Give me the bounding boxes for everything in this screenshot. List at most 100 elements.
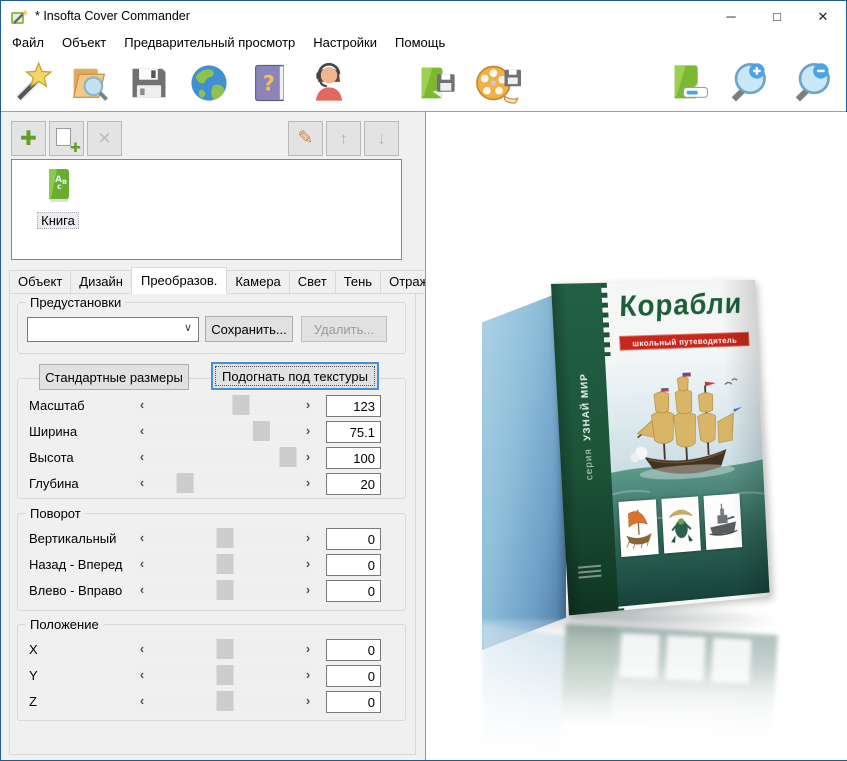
width-label: Ширина <box>29 421 131 443</box>
slider-thumb[interactable] <box>217 580 234 600</box>
scale-slider[interactable]: ‹› <box>134 395 316 415</box>
slider-thumb[interactable] <box>177 473 194 493</box>
slider-right-arrow[interactable]: › <box>300 580 316 600</box>
list-item[interactable]: A c в Книга <box>26 166 90 229</box>
zoom-in-icon[interactable] <box>723 59 771 107</box>
slider-left-arrow[interactable]: ‹ <box>134 665 150 685</box>
menu-file[interactable]: Файл <box>3 33 53 52</box>
slider-right-arrow[interactable]: › <box>300 473 316 493</box>
height-slider[interactable]: ‹› <box>134 447 316 467</box>
menu-settings[interactable]: Настройки <box>304 33 386 52</box>
duplicate-object-button[interactable]: ✚ <box>49 121 84 156</box>
tab-camera[interactable]: Камера <box>226 270 289 294</box>
new-project-wand-icon[interactable] <box>7 59 55 107</box>
left-right-slider[interactable]: ‹› <box>134 580 316 600</box>
slider-left-arrow[interactable]: ‹ <box>134 580 150 600</box>
left-right-label: Влево - Вправо <box>29 580 131 602</box>
title-bar: * Insofta Cover Commander ─ □ ✕ <box>1 1 846 32</box>
rename-object-button[interactable]: ✎ <box>288 121 323 156</box>
slider-left-arrow[interactable]: ‹ <box>134 639 150 659</box>
slider-right-arrow[interactable]: › <box>300 447 316 467</box>
slider-right-arrow[interactable]: › <box>300 554 316 574</box>
slider-thumb[interactable] <box>252 421 269 441</box>
fit-to-textures-button[interactable]: Подогнать под текстуры <box>211 362 379 390</box>
maximize-button[interactable]: □ <box>754 1 800 32</box>
slider-thumb[interactable] <box>232 395 249 415</box>
menu-preview[interactable]: Предварительный просмотр <box>115 33 304 52</box>
zoom-out-icon[interactable] <box>787 59 835 107</box>
slider-right-arrow[interactable]: › <box>300 528 316 548</box>
standard-sizes-button[interactable]: Стандартные размеры <box>39 364 189 390</box>
depth-slider[interactable]: ‹› <box>134 473 316 493</box>
website-globe-icon[interactable] <box>185 59 233 107</box>
pencil-icon: ✎ <box>298 127 314 150</box>
export-video-icon[interactable] <box>471 59 527 107</box>
width-slider[interactable]: ‹› <box>134 421 316 441</box>
preset-combobox[interactable]: ∨ <box>27 317 199 342</box>
back-forward-value-input[interactable] <box>326 554 381 576</box>
slider-left-arrow[interactable]: ‹ <box>134 395 150 415</box>
delete-object-button[interactable]: ✕ <box>87 121 122 156</box>
x-label: X <box>29 639 131 661</box>
preview-canvas[interactable]: серия УЗНАЙ МИР Корабли школьный путевод… <box>425 112 847 760</box>
x-slider[interactable]: ‹› <box>134 639 316 659</box>
render-progress-book-icon[interactable] <box>669 59 711 107</box>
slider-left-arrow[interactable]: ‹ <box>134 421 150 441</box>
depth-label: Глубина <box>29 473 131 495</box>
height-value-input[interactable] <box>326 447 381 469</box>
add-object-button[interactable]: ✚ <box>11 121 46 156</box>
preset-save-button[interactable]: Сохранить... <box>205 316 293 342</box>
y-slider[interactable]: ‹› <box>134 665 316 685</box>
slider-right-arrow[interactable]: › <box>300 691 316 711</box>
move-down-button[interactable]: ↓ <box>364 121 399 156</box>
slider-thumb[interactable] <box>217 665 234 685</box>
page-icon <box>56 128 71 146</box>
z-value-input[interactable] <box>326 691 381 713</box>
help-book-icon[interactable]: ? <box>247 59 295 107</box>
slider-right-arrow[interactable]: › <box>300 395 316 415</box>
plus-icon: ✚ <box>20 129 37 149</box>
save-project-icon[interactable] <box>125 59 173 107</box>
tab-design[interactable]: Дизайн <box>70 270 132 294</box>
menu-object[interactable]: Объект <box>53 33 115 52</box>
width-value-input[interactable] <box>326 421 381 443</box>
left-right-value-input[interactable] <box>326 580 381 602</box>
tab-object[interactable]: Объект <box>9 270 71 294</box>
slider-thumb[interactable] <box>217 639 234 659</box>
slider-thumb[interactable] <box>217 528 234 548</box>
tab-transform[interactable]: Преобразов. <box>131 267 227 294</box>
tab-light[interactable]: Свет <box>289 270 336 294</box>
app-icon <box>10 8 28 26</box>
vertical-slider[interactable]: ‹› <box>134 528 316 548</box>
z-slider[interactable]: ‹› <box>134 691 316 711</box>
vertical-value-input[interactable] <box>326 528 381 550</box>
y-label: Y <box>29 665 131 687</box>
slider-right-arrow[interactable]: › <box>300 421 316 441</box>
x-value-input[interactable] <box>326 639 381 661</box>
close-button[interactable]: ✕ <box>800 1 846 32</box>
rotation-group-label: Поворот <box>26 506 85 521</box>
slider-thumb[interactable] <box>279 447 296 467</box>
minimize-button[interactable]: ─ <box>708 1 754 32</box>
export-image-icon[interactable] <box>413 59 461 107</box>
slider-left-arrow[interactable]: ‹ <box>134 447 150 467</box>
slider-thumb[interactable] <box>217 691 234 711</box>
slider-left-arrow[interactable]: ‹ <box>134 554 150 574</box>
support-agent-icon[interactable] <box>305 59 353 107</box>
object-list[interactable]: A c в Книга <box>11 159 402 260</box>
y-value-input[interactable] <box>326 665 381 687</box>
tab-shadow[interactable]: Тень <box>335 270 381 294</box>
slider-left-arrow[interactable]: ‹ <box>134 528 150 548</box>
book-reflection <box>472 624 782 760</box>
back-forward-slider[interactable]: ‹› <box>134 554 316 574</box>
open-project-icon[interactable] <box>65 59 113 107</box>
slider-thumb[interactable] <box>217 554 234 574</box>
slider-left-arrow[interactable]: ‹ <box>134 473 150 493</box>
scale-value-input[interactable] <box>326 395 381 417</box>
slider-right-arrow[interactable]: › <box>300 665 316 685</box>
menu-help[interactable]: Помощь <box>386 33 454 52</box>
move-up-button[interactable]: ↑ <box>326 121 361 156</box>
slider-left-arrow[interactable]: ‹ <box>134 691 150 711</box>
slider-right-arrow[interactable]: › <box>300 639 316 659</box>
depth-value-input[interactable] <box>326 473 381 495</box>
